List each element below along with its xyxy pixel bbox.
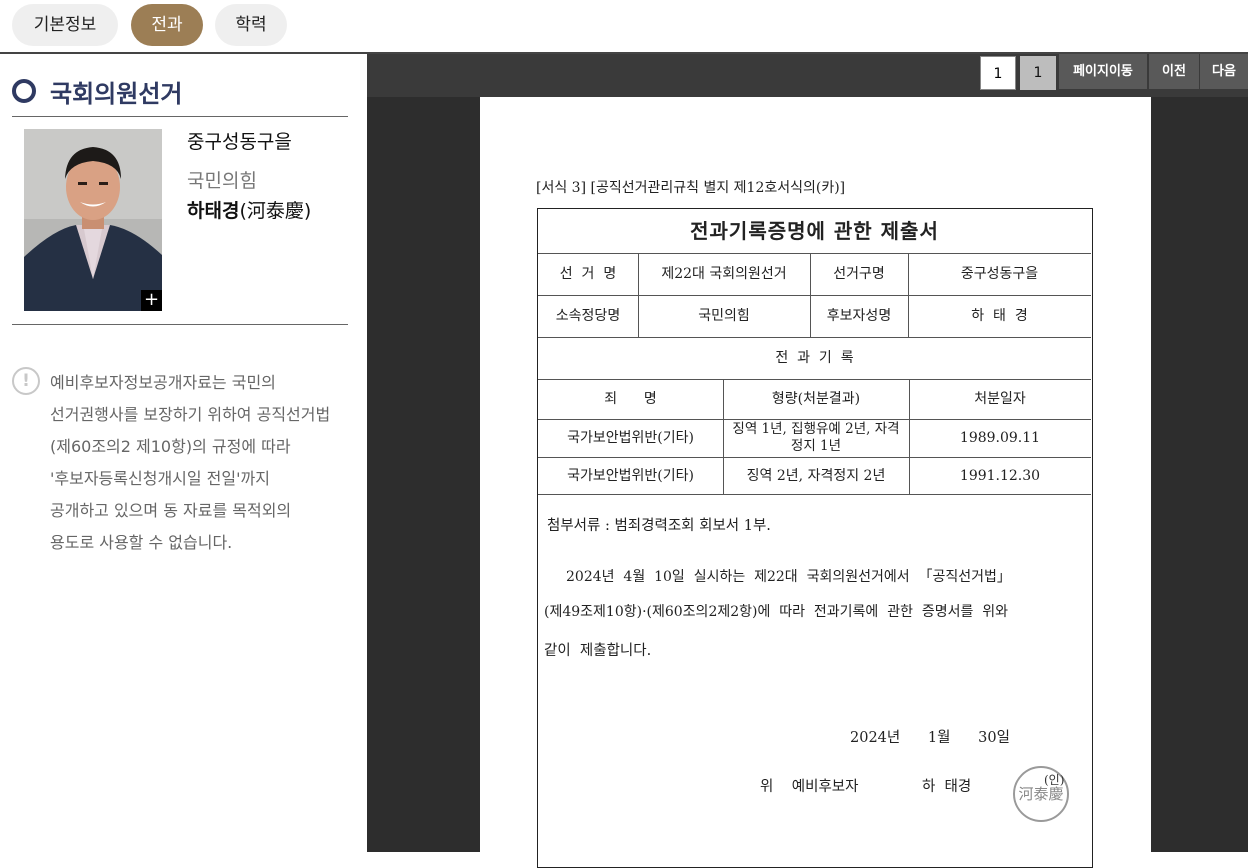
profile-divider	[12, 324, 348, 325]
record-section-header: 전 과 기 록	[775, 350, 854, 366]
photo-expand-button[interactable]: +	[141, 290, 162, 311]
party-label: 소속정당명	[555, 308, 621, 324]
signer-name: 하 태경	[922, 779, 972, 795]
district-value: 중구성동구을	[960, 266, 1039, 282]
tab-education[interactable]: 학력	[215, 4, 287, 46]
prev-page-button[interactable]: 이전	[1149, 54, 1199, 89]
exclamation-icon: !	[12, 367, 40, 395]
notice-line: 선거권행사를 보장하기 위하여 공직선거법	[50, 405, 331, 424]
document-page: [서식 3] [공직선거관리규칙 별지 제12호서식의(카)] 전과기록증명에 …	[480, 97, 1151, 868]
document-date: 2024년 1월 30일	[850, 730, 1010, 746]
body-line: (제49조제10항)·(제60조의2제2항)에 따라 전과기록에 관한 증명서를…	[544, 604, 1009, 620]
candidate-label: 후보자성명	[826, 308, 892, 324]
col-date-header: 처분일자	[974, 391, 1026, 407]
notice-line: 공개하고 있으며 동 자료를 목적외의	[50, 501, 292, 520]
page-go-button[interactable]: 페이지이동	[1059, 54, 1147, 89]
form-table: 전과기록증명에 관한 제출서 선 거 명 제22대 국회의원선거 선거구명 중구…	[537, 208, 1093, 868]
candidate-district: 중구성동구을	[187, 131, 292, 153]
tab-bar: 기본정보 전과 학력	[0, 0, 1248, 52]
candidate-name-hanja: (河泰慶)	[239, 200, 312, 222]
notice-line: 용도로 사용할 수 없습니다.	[50, 533, 233, 552]
page-total: 1	[1020, 56, 1056, 90]
body-line: 같이 제출합니다.	[544, 643, 652, 659]
candidate-panel: 국회의원선거 + 중구성동구을 국민의힘 하태경(河泰慶) ! 예비후보자정보공…	[0, 54, 367, 852]
record-date: 1991.12.30	[959, 467, 1041, 484]
candidate-name: 하태경	[187, 200, 240, 222]
document-title: 전과기록증명에 관한 제출서	[690, 219, 939, 243]
record-date: 1989.09.11	[959, 430, 1041, 446]
record-crime: 국가보안법위반(기타)	[567, 430, 694, 446]
record-penalty: 징역 2년, 자격정지 2년	[746, 467, 886, 484]
signer-label: 위 예비후보자	[760, 779, 859, 795]
col-penalty-header: 형량(처분결과)	[771, 391, 861, 407]
col-crime-header: 죄 명	[604, 391, 657, 407]
candidate-photo	[24, 129, 162, 311]
election-value: 제22대 국회의원선거	[661, 266, 787, 282]
tab-basic-info[interactable]: 기본정보	[12, 4, 118, 46]
row-divider	[538, 494, 1091, 495]
district-label: 선거구명	[833, 266, 885, 282]
body-line: 2024년 4월 10일 실시하는 제22대 국회의원선거에서 「공직선거법」	[566, 569, 1011, 585]
record-crime: 국가보안법위반(기타)	[567, 467, 694, 484]
tab-criminal-record[interactable]: 전과	[131, 4, 203, 46]
circle-bullet-icon	[12, 79, 36, 103]
candidate-party: 국민의힘	[187, 170, 257, 192]
section-divider	[12, 116, 348, 117]
seal-mark: (인)	[1044, 773, 1065, 787]
notice-line: '후보자등록신청개시일 전일'까지	[50, 469, 270, 488]
notice-line: (제60조의2 제10항)의 규정에 따라	[50, 437, 291, 456]
candidate-value: 하 태 경	[971, 308, 1028, 324]
next-page-button[interactable]: 다음	[1200, 54, 1248, 89]
record-penalty: 징역 1년, 집행유예 2년, 자격정지 1년	[732, 421, 900, 454]
attachment-line: 첨부서류 : 범죄경력조회 회보서 1부.	[547, 518, 771, 534]
section-title: 국회의원선거	[50, 80, 183, 108]
page-number-input[interactable]: 1	[980, 56, 1016, 90]
party-value: 국민의힘	[698, 308, 750, 324]
document-viewer: 1 1 페이지이동 이전 다음 [서식 3] [공직선거관리규칙 별지 제12호…	[367, 54, 1248, 868]
form-reference: [서식 3] [공직선거관리규칙 별지 제12호서식의(카)]	[536, 180, 846, 196]
notice-line: 예비후보자정보공개자료는 국민의	[50, 373, 276, 392]
viewer-toolbar: 1 1 페이지이동 이전 다음	[367, 54, 1248, 97]
election-label: 선 거 명	[559, 266, 617, 282]
candidate-name-line: 하태경(河泰慶)	[187, 196, 311, 223]
